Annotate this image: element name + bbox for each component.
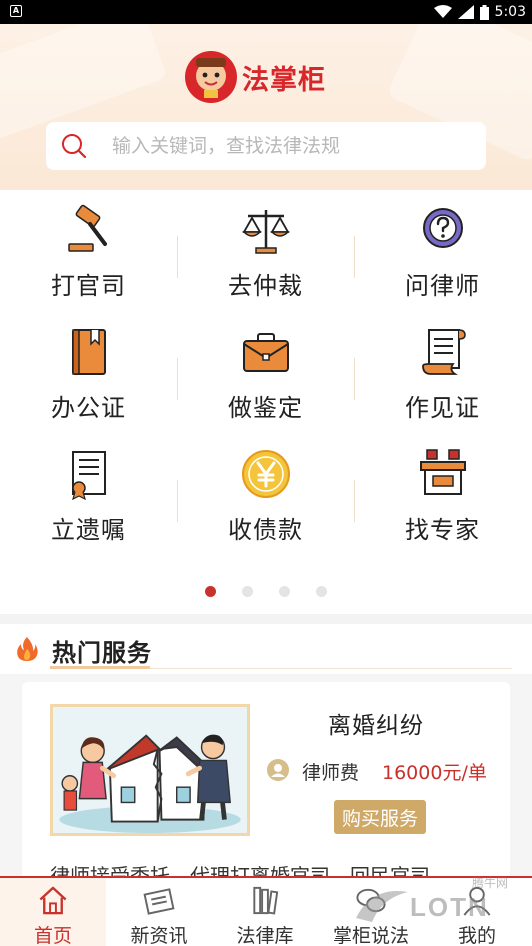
fee-value: 16000元/单 (382, 762, 487, 784)
lawyer-avatar-icon (267, 759, 289, 781)
service-ask-lawyer[interactable]: 问律师 (354, 190, 531, 312)
service-notary[interactable]: 办公证 (0, 312, 177, 434)
service-label: 找专家 (405, 516, 480, 544)
service-label: 办公证 (51, 394, 126, 422)
status-time: 5:03 (494, 4, 526, 20)
certificate-icon (71, 451, 106, 500)
status-icons: 5:03 (433, 2, 526, 22)
section-title: 热门服务 (52, 639, 152, 667)
service-arbitration[interactable]: 去仲裁 (177, 190, 354, 312)
tab-news[interactable]: 新资讯 (106, 878, 212, 946)
service-label: 做鉴定 (228, 394, 303, 422)
search-input[interactable] (112, 135, 452, 157)
service-label: 作见证 (405, 394, 480, 422)
service-image (50, 704, 250, 836)
hot-services-section: 热门服务 离婚纠纷 律师费 16000元/单 购买服务 (0, 624, 532, 888)
service-label: 问律师 (405, 272, 480, 300)
scroll-icon (421, 329, 466, 375)
service-grid: 打官司 去仲裁 问律师 办公证 做鉴定 作见证 立遗嘱 收债款 找专家 (0, 190, 532, 575)
battery-icon (479, 4, 489, 20)
page-dot[interactable] (279, 586, 290, 597)
briefcase-icon (242, 333, 289, 372)
home-icon (39, 886, 67, 915)
search-icon (62, 134, 87, 159)
tab-law-library[interactable]: 法律库 (212, 878, 318, 946)
status-bar: A 5:03 (0, 0, 532, 24)
section-header: 热门服务 (0, 624, 532, 674)
service-label: 去仲裁 (228, 272, 303, 300)
service-label: 立遗嘱 (51, 516, 126, 544)
logo-text: 法掌柜 (242, 64, 326, 96)
page-dot[interactable] (242, 586, 253, 597)
books-icon (253, 886, 279, 915)
tab-label: 新资讯 (130, 925, 188, 946)
tab-home[interactable]: 首页 (0, 878, 106, 946)
question-icon (422, 208, 463, 248)
service-appraisal[interactable]: 做鉴定 (177, 312, 354, 434)
yen-coin-icon (241, 450, 290, 498)
app-logo: 法掌柜 (184, 50, 326, 104)
service-card[interactable]: 离婚纠纷 律师费 16000元/单 购买服务 律师接受委托，代理打离婚官司，回民… (22, 682, 510, 888)
page-dot[interactable] (205, 586, 216, 597)
tab-label: 法律库 (236, 925, 294, 946)
service-witness[interactable]: 作见证 (354, 312, 531, 434)
signal-icon (457, 5, 474, 19)
gavel-icon (67, 204, 107, 252)
header: 法掌柜 (0, 24, 532, 190)
search-bar[interactable] (46, 122, 486, 170)
service-label: 收债款 (228, 516, 303, 544)
service-lawsuit[interactable]: 打官司 (0, 190, 177, 312)
service-label: 打官司 (51, 272, 126, 300)
service-find-expert[interactable]: 找专家 (354, 434, 531, 556)
page-dot[interactable] (316, 586, 327, 597)
watermark: LOTN 腾牛网 (350, 868, 532, 946)
fire-icon (17, 637, 38, 661)
wifi-icon (433, 5, 452, 18)
notification-icon: A (10, 5, 22, 17)
news-icon (143, 888, 175, 915)
mascot-logo-icon (185, 51, 237, 103)
watermark-swoosh-icon (356, 891, 408, 922)
service-will[interactable]: 立遗嘱 (0, 434, 177, 556)
tab-label: 首页 (33, 925, 72, 946)
buy-service-button[interactable]: 购买服务 (334, 800, 426, 834)
book-icon (71, 329, 106, 375)
podium-icon (419, 449, 466, 495)
fee-label: 律师费 (302, 762, 360, 784)
page-indicator (0, 586, 532, 598)
service-debt-collection[interactable]: 收债款 (177, 434, 354, 556)
divorce-illustration (54, 707, 246, 833)
card-title: 离婚纠纷 (328, 713, 424, 739)
scales-icon (241, 210, 290, 254)
